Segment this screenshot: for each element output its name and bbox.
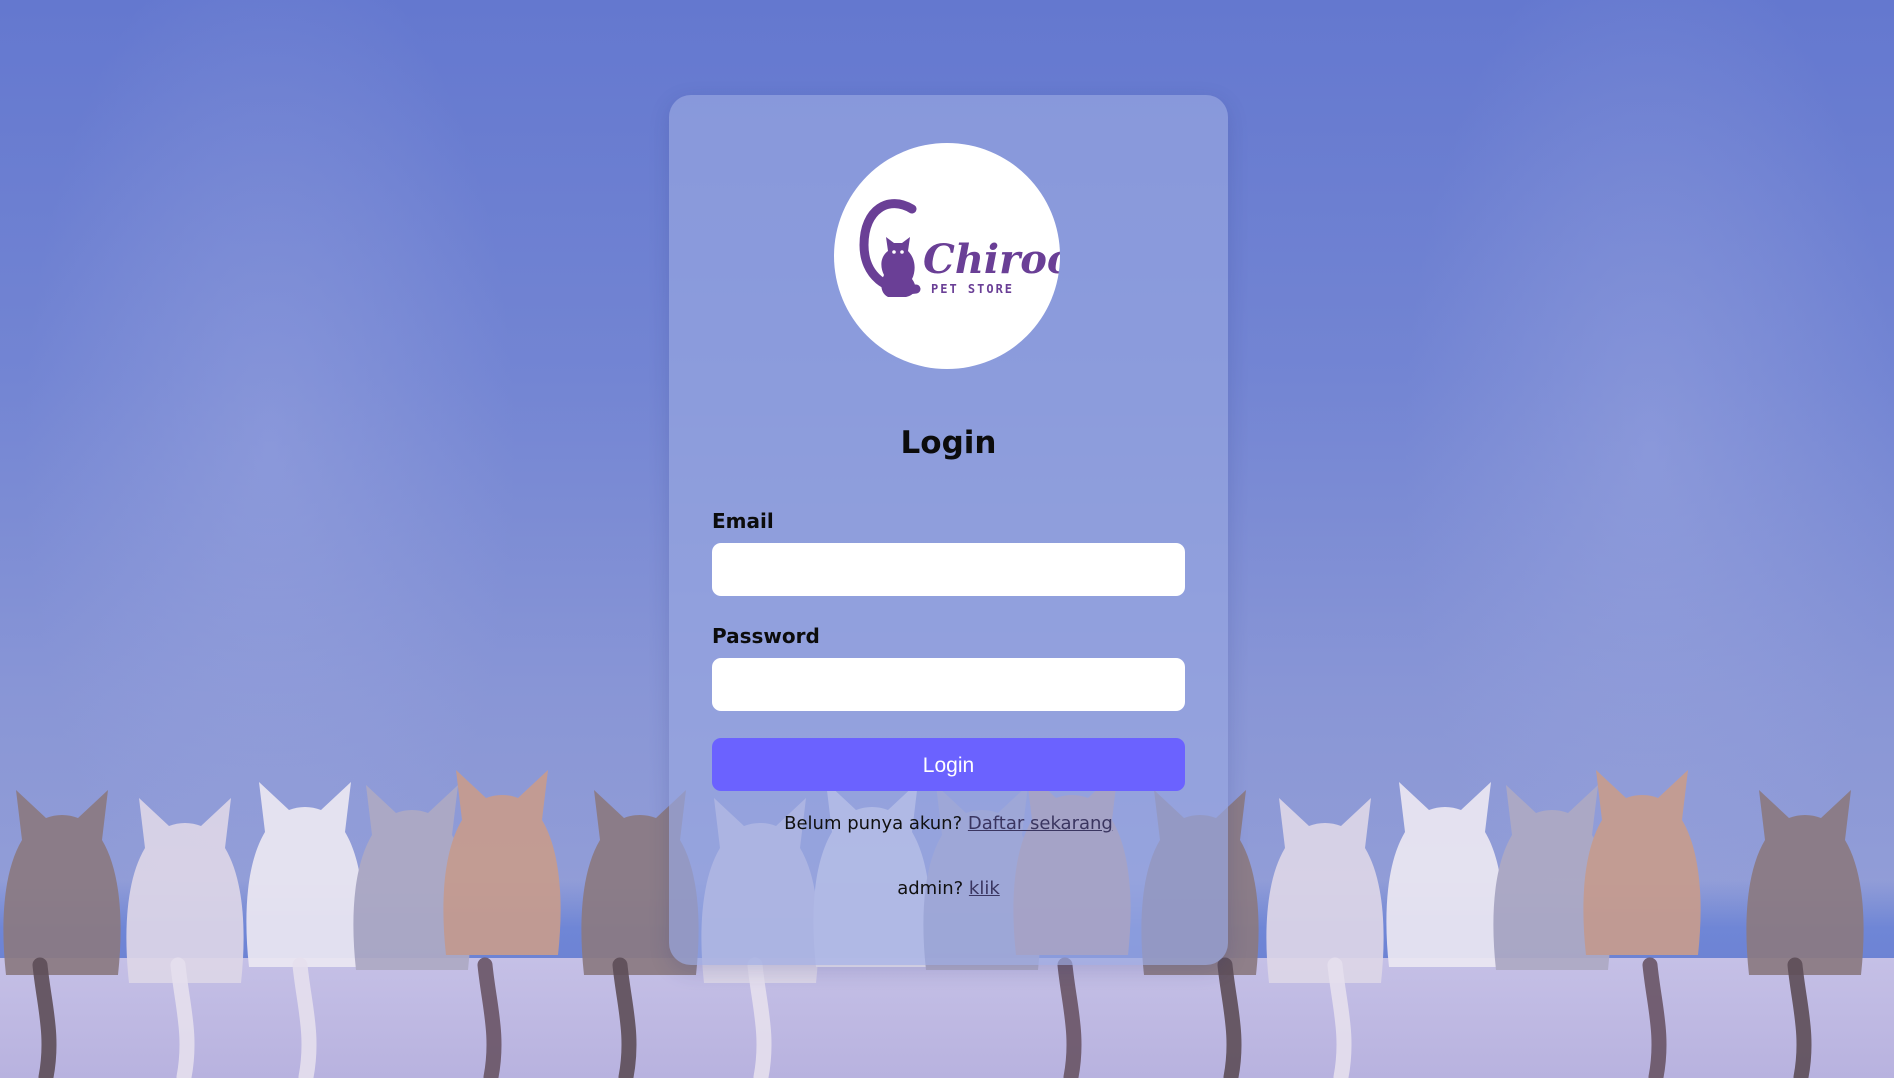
logo-brand-text: Chiroo bbox=[923, 236, 1060, 283]
register-line: Belum punya akun? Daftar sekarang bbox=[669, 813, 1228, 834]
logo-tagline-text: PET STORE bbox=[931, 282, 1014, 296]
password-input[interactable] bbox=[712, 658, 1185, 711]
cat-logo-icon: Chiroo PET STORE bbox=[859, 199, 1060, 297]
email-label: Email bbox=[712, 509, 774, 533]
admin-link[interactable]: klik bbox=[969, 878, 1000, 899]
admin-prompt: admin? bbox=[897, 878, 964, 899]
password-label: Password bbox=[712, 624, 820, 648]
admin-line: admin? klik bbox=[669, 878, 1228, 899]
email-input[interactable] bbox=[712, 543, 1185, 596]
register-link[interactable]: Daftar sekarang bbox=[968, 813, 1113, 834]
register-prompt: Belum punya akun? bbox=[784, 813, 963, 834]
login-button[interactable]: Login bbox=[712, 738, 1185, 791]
page-title: Login bbox=[900, 425, 997, 461]
brand-logo: Chiroo PET STORE bbox=[834, 143, 1060, 369]
login-card: Chiroo PET STORE Login Email Password Lo… bbox=[669, 95, 1228, 965]
